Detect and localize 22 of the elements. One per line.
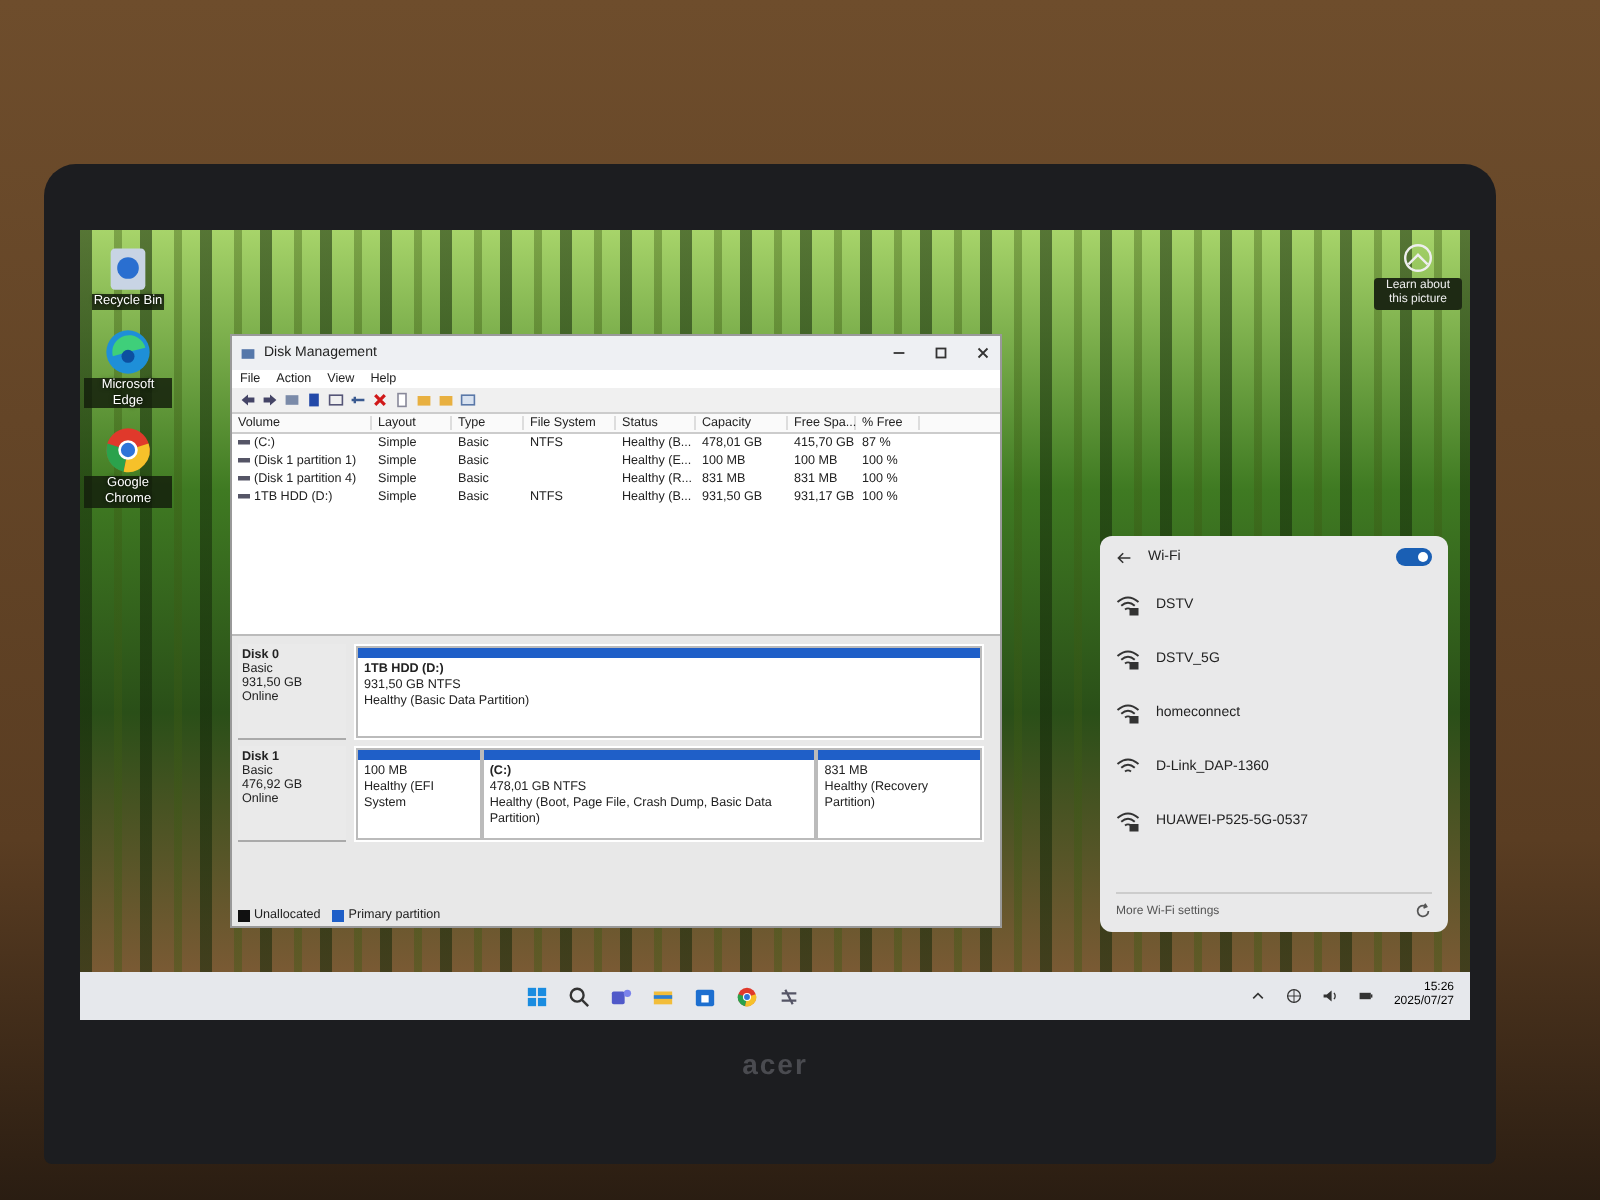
back-arrow-icon[interactable] <box>1116 549 1132 565</box>
chevron-icon[interactable] <box>1249 988 1266 1004</box>
start-icon[interactable] <box>525 985 548 1007</box>
speaker-icon[interactable] <box>1321 988 1338 1004</box>
forward-arrow-icon[interactable] <box>262 392 278 408</box>
chat-app-icon[interactable] <box>609 985 632 1007</box>
close-icon[interactable] <box>974 344 992 362</box>
search-icon[interactable] <box>567 985 590 1007</box>
battery-icon[interactable] <box>1357 988 1374 1004</box>
landscape-circle-icon[interactable] <box>1402 242 1434 274</box>
browser-icon[interactable] <box>102 424 154 477</box>
back-arrow-icon[interactable] <box>240 392 256 408</box>
store-icon[interactable] <box>693 985 716 1007</box>
maximize-icon[interactable] <box>932 344 950 362</box>
globe-icon[interactable] <box>1285 988 1302 1004</box>
panel-icon[interactable] <box>328 392 344 408</box>
refresh-icon[interactable] <box>1414 902 1432 920</box>
browser-icon[interactable] <box>735 985 758 1007</box>
delete-icon[interactable] <box>372 392 388 408</box>
window-icon[interactable] <box>460 392 476 408</box>
wifi-toggle[interactable] <box>1396 548 1432 566</box>
document-icon[interactable] <box>394 392 410 408</box>
